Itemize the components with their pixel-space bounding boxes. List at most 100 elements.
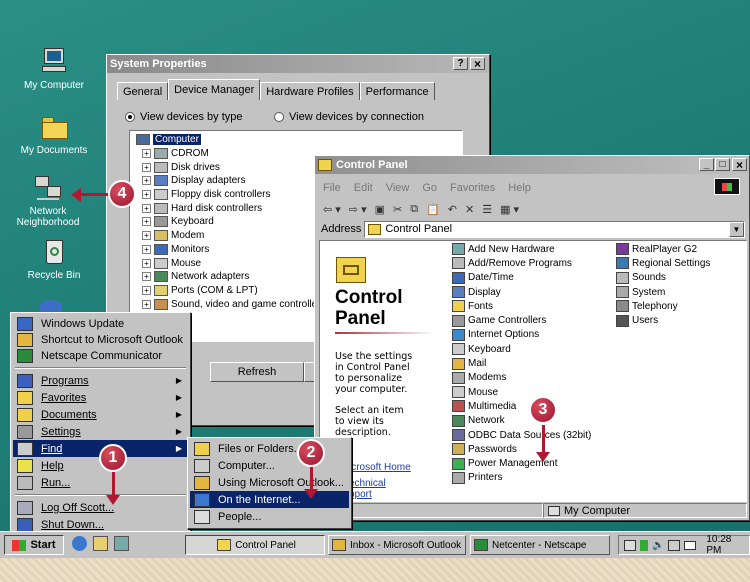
refresh-button[interactable]: Refresh (210, 362, 304, 382)
find-on-the-internet[interactable]: On the Internet... (190, 491, 349, 508)
control-panel-item[interactable]: Keyboard (452, 342, 591, 356)
menu-file[interactable]: File (323, 182, 341, 194)
desktop-icon-recycle-bin[interactable]: Recycle Bin (13, 238, 95, 281)
control-panel-item[interactable]: Game Controllers (452, 313, 591, 327)
item-icon (452, 400, 465, 413)
expand-icon[interactable]: + (142, 231, 151, 241)
mail-tray-icon[interactable] (684, 540, 697, 550)
desktop-icon[interactable] (93, 536, 108, 551)
expand-icon[interactable]: + (142, 217, 151, 227)
control-panel-item[interactable]: Printers (452, 471, 591, 485)
tab-device-manager[interactable]: Device Manager (168, 79, 261, 100)
control-panel-item[interactable]: ODBC Data Sources (32bit) (452, 428, 591, 442)
expand-icon[interactable]: + (142, 244, 151, 254)
delete-icon[interactable]: ✕ (465, 203, 474, 216)
find-files-or-folders[interactable]: Files or Folders... (190, 440, 349, 457)
address-input[interactable]: Control Panel ▼ (364, 220, 745, 238)
task-control-panel[interactable]: Control Panel (185, 535, 325, 555)
minimize-button[interactable]: _ (699, 158, 714, 171)
start-button[interactable]: Start (4, 535, 64, 555)
expand-icon[interactable]: + (142, 176, 151, 186)
undo-icon[interactable]: ↶ (448, 203, 457, 216)
task-netscape[interactable]: Netcenter - Netscape (470, 535, 610, 555)
radio-view-by-type[interactable]: View devices by type (125, 111, 243, 123)
channels-icon[interactable] (114, 536, 129, 551)
control-panel-item[interactable]: Internet Options (452, 328, 591, 342)
control-panel-item[interactable]: Multimedia (452, 399, 591, 413)
control-panel-item[interactable]: Mouse (452, 385, 591, 399)
menu-item-programs[interactable]: Programs ▶ (13, 372, 188, 389)
microsoft-home-link[interactable]: icrosoft Home (349, 462, 411, 473)
menu-item-favorites[interactable]: Favorites ▶ (13, 389, 188, 406)
control-panel-item[interactable]: Fonts (452, 299, 591, 313)
control-panel-item[interactable]: System (616, 285, 710, 299)
network-tray-icon[interactable] (668, 539, 681, 551)
cut-icon[interactable]: ✂ (393, 203, 402, 216)
menu-item-documents[interactable]: Documents ▶ (13, 406, 188, 423)
menu-favorites[interactable]: Favorites (450, 182, 495, 194)
back-icon[interactable]: ⇦ ▾ (323, 203, 341, 216)
desktop-icon-my-documents[interactable]: My Documents (13, 113, 95, 156)
copy-icon[interactable]: ⧉ (410, 203, 418, 216)
control-panel-item[interactable]: Add New Hardware (452, 242, 591, 256)
expand-icon[interactable]: + (142, 285, 151, 295)
tree-root[interactable]: Computer (136, 133, 462, 147)
find-using-outlook[interactable]: Using Microsoft Outlook... (190, 474, 349, 491)
control-panel-item[interactable]: Power Management (452, 456, 591, 470)
help-button[interactable]: ? (453, 57, 468, 70)
menu-item-netscape[interactable]: Netscape Communicator (13, 348, 188, 364)
tray-icon[interactable] (624, 539, 636, 551)
menu-edit[interactable]: Edit (354, 182, 373, 194)
menu-go[interactable]: Go (422, 182, 437, 194)
tab-hardware-profiles[interactable]: Hardware Profiles (260, 82, 360, 100)
desktop-icon-my-computer[interactable]: My Computer (13, 48, 95, 91)
expand-icon[interactable]: + (142, 190, 151, 200)
maximize-button[interactable]: □ (715, 158, 730, 171)
system-properties-titlebar[interactable]: System Properties ? × (107, 55, 489, 73)
menu-item-settings[interactable]: Settings ▶ (13, 423, 188, 440)
tab-performance[interactable]: Performance (359, 82, 435, 100)
control-panel-item[interactable]: Display (452, 285, 591, 299)
expand-icon[interactable]: + (142, 203, 151, 213)
control-panel-item[interactable]: RealPlayer G2 (616, 242, 710, 256)
browser-icon[interactable] (72, 536, 87, 551)
control-panel-item[interactable]: Add/Remove Programs (452, 256, 591, 270)
expand-icon[interactable]: + (142, 149, 151, 159)
close-button[interactable]: × (470, 57, 485, 71)
menu-help[interactable]: Help (508, 182, 531, 194)
expand-icon[interactable]: + (142, 299, 151, 309)
up-folder-icon[interactable]: ▣ (375, 203, 385, 216)
control-panel-item[interactable]: Date/Time (452, 271, 591, 285)
menu-item-run[interactable]: Run... (13, 474, 188, 491)
paste-icon[interactable]: 📋 (426, 203, 440, 216)
control-panel-item[interactable]: Users (616, 313, 710, 327)
control-panel-item[interactable]: Network (452, 414, 591, 428)
menu-item-log-off[interactable]: Log Off Scott... (13, 499, 188, 516)
tab-general[interactable]: General (117, 82, 169, 100)
find-computer[interactable]: Computer... (190, 457, 349, 474)
views-icon[interactable]: ▦ ▾ (500, 203, 519, 216)
control-panel-item[interactable]: Modems (452, 371, 591, 385)
menu-item-outlook-shortcut[interactable]: Shortcut to Microsoft Outlook (13, 332, 188, 348)
expand-icon[interactable]: + (142, 258, 151, 268)
task-outlook[interactable]: Inbox - Microsoft Outlook (328, 535, 466, 555)
control-panel-titlebar[interactable]: Control Panel _ □ × (315, 156, 749, 174)
technical-support-link[interactable]: echnical pport (349, 478, 386, 500)
expand-icon[interactable]: + (142, 272, 151, 282)
properties-icon[interactable]: ☰ (482, 203, 492, 216)
control-panel-item[interactable]: Regional Settings (616, 256, 710, 270)
radio-view-by-connection[interactable]: View devices by connection (274, 111, 424, 123)
close-button[interactable]: × (732, 158, 747, 172)
find-people[interactable]: People... (190, 508, 349, 525)
control-panel-item[interactable]: Mail (452, 356, 591, 370)
control-panel-item[interactable]: Telephony (616, 299, 710, 313)
tray-status-icon[interactable] (639, 539, 648, 551)
volume-icon[interactable]: 🔈 (652, 540, 664, 551)
dropdown-arrow-icon[interactable]: ▼ (729, 221, 744, 237)
control-panel-item[interactable]: Passwords (452, 442, 591, 456)
menu-view[interactable]: View (386, 182, 410, 194)
expand-icon[interactable]: + (142, 162, 151, 172)
menu-item-windows-update[interactable]: Windows Update (13, 316, 188, 332)
control-panel-item[interactable]: Sounds (616, 271, 710, 285)
forward-icon[interactable]: ⇨ ▾ (349, 203, 367, 216)
